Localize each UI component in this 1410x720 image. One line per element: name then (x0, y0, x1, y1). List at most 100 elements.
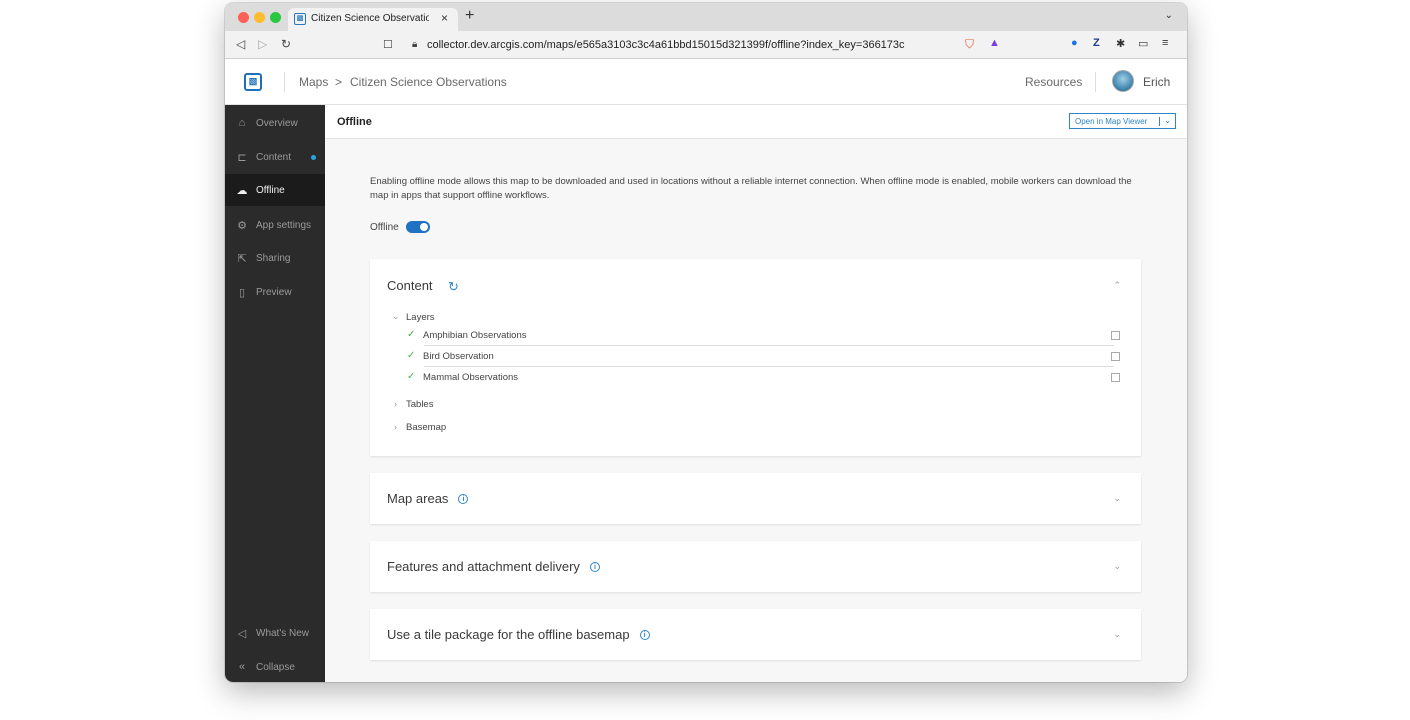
breadcrumb-maps[interactable]: Maps (299, 75, 328, 89)
tables-group-label[interactable]: Tables (406, 399, 433, 410)
wallet-icon[interactable]: ▭ (1138, 37, 1148, 50)
tile-package-card[interactable]: Use a tile package for the offline basem… (370, 609, 1141, 660)
browser-tab[interactable]: ▧ Citizen Science Observations - × (288, 8, 458, 31)
close-tab-icon[interactable]: × (441, 11, 448, 25)
avatar[interactable] (1112, 70, 1134, 92)
sidebar-item-label: Offline (256, 185, 285, 196)
tab-bar: ▧ Citizen Science Observations - × + ⌄ (225, 3, 1187, 31)
card-title-container: Use a tile package for the offline basem… (387, 627, 650, 642)
divider (424, 366, 1114, 367)
check-icon: ✓ (407, 329, 416, 340)
info-icon[interactable]: i (458, 494, 469, 504)
brave-shield-icon[interactable]: ⛉ (965, 37, 974, 52)
chevron-down-icon[interactable]: ⌄ (1113, 561, 1121, 572)
sidebar-item-preview[interactable]: ▯ Preview (225, 276, 325, 308)
divider (424, 345, 1114, 346)
offline-toggle[interactable] (406, 221, 430, 233)
sidebar-item-label: Sharing (256, 253, 291, 264)
chevron-down-icon[interactable]: ⌄ (1113, 493, 1121, 504)
content-card-title: Content (387, 278, 433, 293)
tile-package-title: Use a tile package for the offline basem… (387, 627, 630, 642)
open-in-map-viewer-label: Open in Map Viewer (1075, 117, 1148, 126)
sidebar-item-label: Overview (256, 118, 298, 129)
refresh-icon[interactable]: ↻ (448, 279, 459, 295)
tree-icon: ⊏ (237, 152, 247, 164)
chevron-right-icon[interactable]: › (394, 422, 397, 432)
chevron-right-icon[interactable]: › (394, 399, 397, 409)
sidebar-item-sharing[interactable]: ⇱ Sharing (225, 242, 325, 274)
maximize-window-button[interactable] (270, 12, 281, 23)
sidebar-item-label: Preview (256, 287, 292, 298)
check-icon: ✓ (407, 371, 416, 382)
reload-icon[interactable]: ↻ (281, 37, 291, 51)
forward-icon[interactable]: ▷ (258, 37, 267, 51)
url-field[interactable]: ☐ 🔒︎ collector.dev.arcgis.com/maps/e565a… (375, 34, 1015, 56)
button-divider (1159, 117, 1160, 126)
menu-icon[interactable]: ≡ (1162, 37, 1168, 49)
close-window-button[interactable] (238, 12, 249, 23)
info-icon[interactable]: i (589, 562, 600, 572)
tab-title: Citizen Science Observations - (311, 13, 429, 24)
app-header: ▧ Maps > Citizen Science Observations Re… (225, 60, 1187, 105)
chevron-down-icon[interactable]: ⌄ (1164, 116, 1171, 125)
external-link-icon[interactable] (1111, 352, 1120, 361)
info-icon[interactable]: i (639, 630, 650, 640)
extensions-puzzle-icon[interactable]: ✱ (1116, 37, 1125, 50)
megaphone-icon: ◁ (237, 628, 247, 640)
header-divider (1095, 72, 1096, 92)
sidebar-item-app-settings[interactable]: ⚙ App settings (225, 209, 325, 241)
bookmark-icon[interactable]: ☐ (383, 38, 393, 51)
chevron-down-icon[interactable]: ⌄ (392, 311, 400, 322)
layer-item[interactable]: Mammal Observations (423, 372, 518, 383)
sidebar-item-content[interactable]: ⊏ Content (225, 141, 325, 173)
user-name[interactable]: Erich (1143, 75, 1170, 89)
layer-item[interactable]: Bird Observation (423, 351, 494, 362)
header-divider (284, 72, 285, 92)
main-panel: Offline Open in Map Viewer ⌄ Enabling of… (325, 105, 1187, 682)
map-areas-card[interactable]: Map areas i ⌄ (370, 473, 1141, 524)
check-icon: ✓ (407, 350, 416, 361)
breadcrumb-current: Citizen Science Observations (350, 75, 507, 89)
content-card: Content ↻ ⌃ ⌄ Layers ✓ Amphibian Observa… (370, 259, 1141, 456)
map-areas-title: Map areas (387, 491, 449, 506)
resources-link[interactable]: Resources (1025, 75, 1082, 89)
features-delivery-card[interactable]: Features and attachment delivery i ⌄ (370, 541, 1141, 592)
page-title-bar: Offline Open in Map Viewer ⌄ (325, 105, 1187, 139)
sidebar-item-label: App settings (256, 220, 312, 231)
card-title-container: Map areas i (387, 491, 469, 506)
layer-item[interactable]: Amphibian Observations (423, 330, 527, 341)
layers-group-label[interactable]: Layers (406, 312, 435, 323)
breadcrumb-separator: > (335, 75, 343, 89)
cloud-icon: ☁ (236, 185, 248, 197)
offline-description: Enabling offline mode allows this map to… (370, 176, 1132, 201)
address-bar: ◁ ▷ ↻ ☐ 🔒︎ collector.dev.arcgis.com/maps… (225, 31, 1187, 59)
external-link-icon[interactable] (1111, 331, 1120, 340)
back-icon[interactable]: ◁ (236, 37, 245, 51)
home-icon: ⌂ (238, 117, 246, 129)
features-delivery-title: Features and attachment delivery (387, 559, 580, 574)
chevron-up-icon[interactable]: ⌃ (1113, 280, 1121, 291)
sidebar-item-label: Collapse (256, 662, 295, 673)
sidebar-item-offline[interactable]: ☁ Offline (225, 174, 325, 206)
arcgis-logo-icon[interactable]: ▧ (244, 73, 262, 91)
sidebar-item-overview[interactable]: ⌂ Overview (225, 107, 325, 139)
sidebar-item-label: What's New (256, 628, 310, 639)
phone-icon: ▯ (238, 287, 246, 299)
zotero-icon[interactable]: Z (1093, 37, 1100, 49)
basemap-group-label[interactable]: Basemap (406, 422, 446, 433)
external-link-icon[interactable] (1111, 373, 1120, 382)
new-tab-icon[interactable]: + (465, 7, 474, 25)
tab-list-chevron-icon[interactable]: ⌄ (1165, 10, 1173, 21)
password-manager-icon[interactable]: ● (1071, 37, 1078, 49)
share-icon: ⇱ (237, 253, 247, 265)
minimize-window-button[interactable] (254, 12, 265, 23)
open-in-map-viewer-button[interactable]: Open in Map Viewer ⌄ (1069, 113, 1176, 129)
sidebar-item-whats-new[interactable]: ◁ What's New (225, 617, 325, 649)
browser-window: ▧ Citizen Science Observations - × + ⌄ ◁… (225, 3, 1187, 682)
url-text: collector.dev.arcgis.com/maps/e565a3103c… (427, 39, 905, 51)
chevron-down-icon[interactable]: ⌄ (1113, 629, 1121, 640)
toggle-knob (420, 223, 428, 231)
rewards-triangle-icon[interactable]: ▲ (989, 37, 1000, 49)
sidebar-item-collapse[interactable]: « Collapse (225, 651, 325, 682)
notification-dot (311, 155, 316, 160)
